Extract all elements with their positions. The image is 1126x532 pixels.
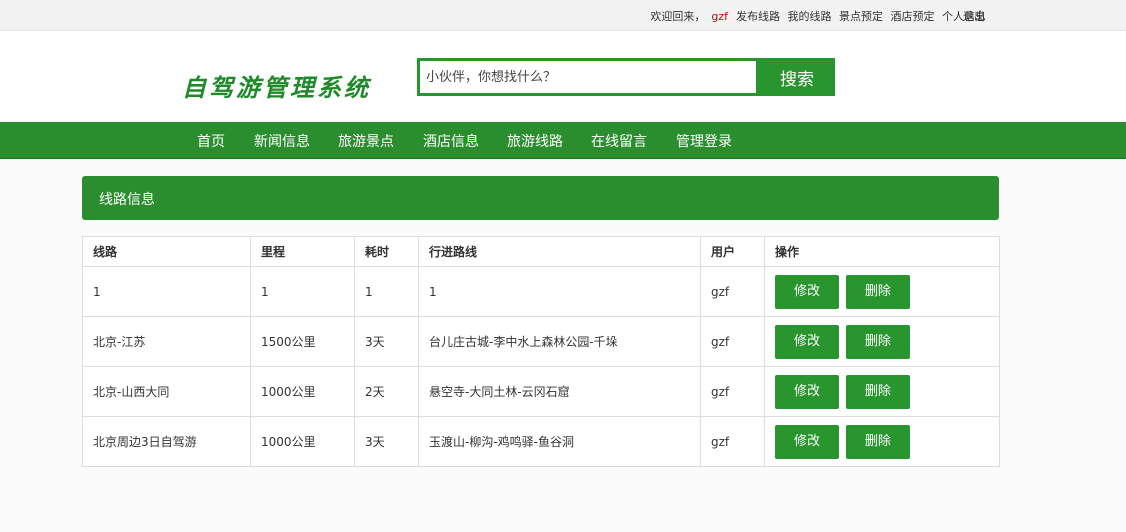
col-header-duration: 耗时 <box>354 236 419 267</box>
cell-route: 北京-山西大同 <box>82 366 251 417</box>
cell-actions: 修改 删除 <box>764 366 1000 417</box>
user-links: 欢迎回来， gzf 发布线路 我的线路 景点预定 酒店预定 个人信息 <box>646 8 986 24</box>
table-row: 北京-江苏 1500公里 3天 台儿庄古城-李中水上森林公园-千垛 gzf 修改… <box>82 316 1000 367</box>
cell-actions: 修改 删除 <box>764 316 1000 367</box>
edit-button[interactable]: 修改 <box>775 424 839 459</box>
nav-attractions[interactable]: 旅游景点 <box>338 131 394 151</box>
delete-button[interactable]: 删除 <box>845 424 910 459</box>
main-nav: 首页 新闻信息 旅游景点 酒店信息 旅游线路 在线留言 管理登录 <box>0 122 1126 159</box>
edit-button[interactable]: 修改 <box>775 374 839 409</box>
nav-routes[interactable]: 旅游线路 <box>507 131 563 151</box>
cell-duration: 3天 <box>354 416 419 467</box>
col-header-actions: 操作 <box>764 236 1000 267</box>
table-row: 1 1 1 1 gzf 修改 删除 <box>82 266 1000 317</box>
header: 自驾游管理系统 搜索 <box>0 31 1126 122</box>
cell-duration: 1 <box>354 266 419 317</box>
cell-user: gzf <box>700 366 765 417</box>
panel-title: 线路信息 <box>99 192 155 208</box>
cell-distance: 1000公里 <box>250 416 355 467</box>
edit-button[interactable]: 修改 <box>775 274 839 309</box>
cell-distance: 1500公里 <box>250 316 355 367</box>
panel-header: 线路信息 <box>82 176 999 220</box>
nav-hotels[interactable]: 酒店信息 <box>423 131 479 151</box>
col-header-path: 行进路线 <box>418 236 701 267</box>
nav-news[interactable]: 新闻信息 <box>254 131 310 151</box>
site-logo: 自驾游管理系统 <box>182 73 371 102</box>
cell-path: 玉渡山-柳沟-鸡鸣驿-鱼谷洞 <box>418 416 701 467</box>
nav-admin-login[interactable]: 管理登录 <box>676 131 732 151</box>
link-spot-booking[interactable]: 景点预定 <box>839 10 883 23</box>
delete-button[interactable]: 删除 <box>845 274 910 309</box>
cell-user: gzf <box>700 316 765 367</box>
cell-path: 1 <box>418 266 701 317</box>
link-hotel-booking[interactable]: 酒店预定 <box>891 10 935 23</box>
table-row: 北京-山西大同 1000公里 2天 悬空寺-大同土林-云冈石窟 gzf 修改 删… <box>82 366 1000 417</box>
search-box: 搜索 <box>417 58 835 96</box>
col-header-user: 用户 <box>700 236 765 267</box>
cell-route: 北京周边3日自驾游 <box>82 416 251 467</box>
welcome-text: 欢迎回来， <box>650 10 706 23</box>
delete-button[interactable]: 删除 <box>845 324 910 359</box>
routes-table: 线路 里程 耗时 行进路线 用户 操作 1 1 1 1 gzf 修改 删除 北京… <box>82 236 1000 467</box>
col-header-distance: 里程 <box>250 236 355 267</box>
edit-button[interactable]: 修改 <box>775 324 839 359</box>
nav-messages[interactable]: 在线留言 <box>591 131 647 151</box>
cell-user: gzf <box>700 416 765 467</box>
top-bar: 欢迎回来， gzf 发布线路 我的线路 景点预定 酒店预定 个人信息 退出 <box>0 0 1126 31</box>
cell-actions: 修改 删除 <box>764 416 1000 467</box>
username[interactable]: gzf <box>711 10 728 23</box>
cell-duration: 2天 <box>354 366 419 417</box>
cell-route: 1 <box>82 266 251 317</box>
link-my-routes[interactable]: 我的线路 <box>788 10 832 23</box>
delete-button[interactable]: 删除 <box>845 374 910 409</box>
search-input[interactable] <box>420 61 756 93</box>
cell-path: 台儿庄古城-李中水上森林公园-千垛 <box>418 316 701 367</box>
table-row: 北京周边3日自驾游 1000公里 3天 玉渡山-柳沟-鸡鸣驿-鱼谷洞 gzf 修… <box>82 416 1000 467</box>
search-button[interactable]: 搜索 <box>759 58 835 96</box>
cell-path: 悬空寺-大同土林-云冈石窟 <box>418 366 701 417</box>
col-header-route: 线路 <box>82 236 251 267</box>
cell-distance: 1000公里 <box>250 366 355 417</box>
nav-home[interactable]: 首页 <box>197 131 225 151</box>
link-publish-route[interactable]: 发布线路 <box>736 10 780 23</box>
cell-actions: 修改 删除 <box>764 266 1000 317</box>
cell-user: gzf <box>700 266 765 317</box>
cell-route: 北京-江苏 <box>82 316 251 367</box>
table-header-row: 线路 里程 耗时 行进路线 用户 操作 <box>82 236 1000 267</box>
logout-link[interactable]: 退出 <box>963 8 985 24</box>
cell-duration: 3天 <box>354 316 419 367</box>
cell-distance: 1 <box>250 266 355 317</box>
